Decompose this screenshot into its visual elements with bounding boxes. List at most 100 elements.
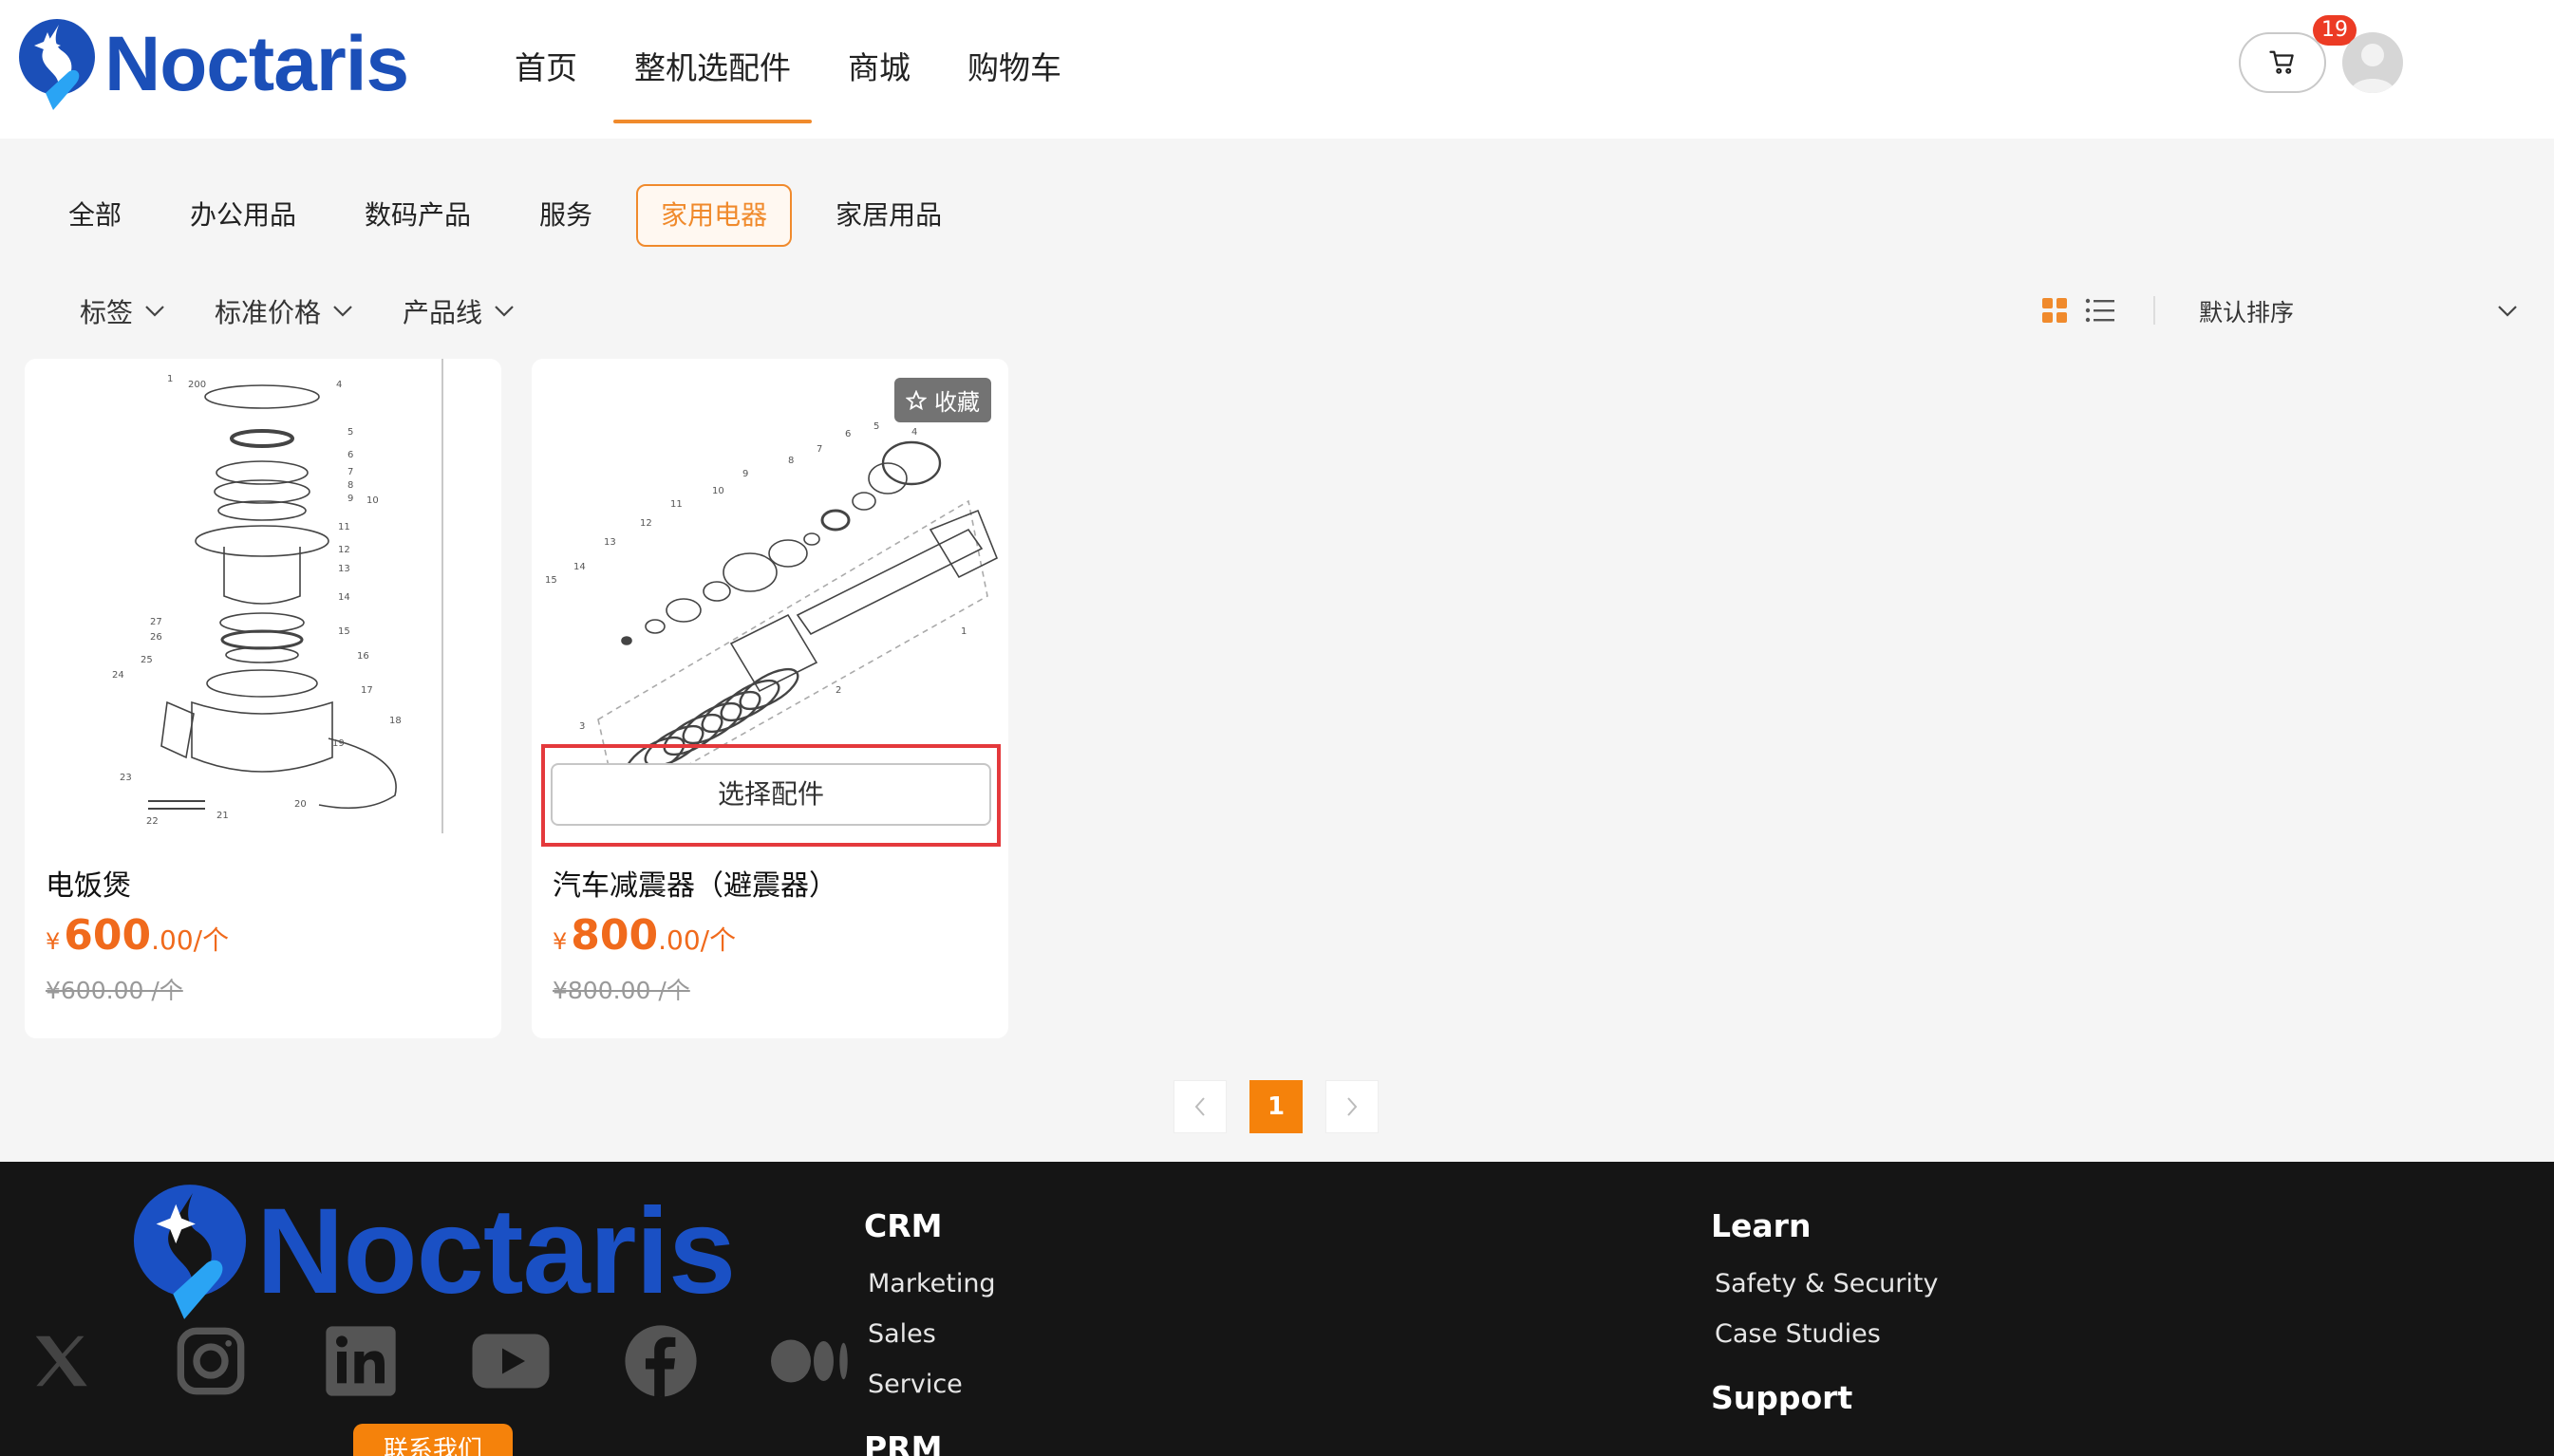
cart-button[interactable]	[2239, 32, 2326, 93]
instagram-icon	[177, 1327, 245, 1395]
category-all[interactable]: 全部	[44, 184, 146, 247]
svg-text:18: 18	[389, 716, 402, 726]
main-nav: 首页 整机选配件 商城 购物车	[486, 0, 1090, 139]
footer-logo[interactable]: Noctaris	[131, 1181, 736, 1323]
original-price: ¥600.00 /个	[46, 977, 183, 1004]
favorite-label: 收藏	[934, 389, 980, 416]
chevron-down-icon	[145, 306, 164, 317]
footer-link-sales[interactable]: Sales	[868, 1319, 996, 1349]
svg-text:21: 21	[216, 811, 229, 821]
brand-logo-icon	[133, 1185, 247, 1319]
chevron-down-icon	[495, 306, 514, 317]
user-avatar[interactable]	[2342, 32, 2403, 93]
product-name[interactable]: 汽车减震器（避震器）	[553, 862, 837, 904]
price-decimal: .00/个	[151, 924, 230, 956]
svg-text:10: 10	[712, 486, 724, 496]
price-currency: ¥	[553, 928, 568, 955]
svg-text:15: 15	[338, 626, 350, 637]
category-home[interactable]: 家居用品	[811, 184, 967, 247]
footer-column-title: Support	[1711, 1379, 1853, 1416]
filter-price[interactable]: 标准价格	[215, 292, 353, 330]
category-office[interactable]: 办公用品	[165, 184, 321, 247]
list-view-icon[interactable]	[2085, 297, 2115, 324]
svg-text:20: 20	[294, 799, 307, 810]
svg-text:24: 24	[112, 670, 124, 681]
sort-select[interactable]: 默认排序	[2199, 294, 2518, 328]
linkedin-link[interactable]	[321, 1321, 401, 1401]
svg-text:13: 13	[338, 564, 350, 574]
category-digital[interactable]: 数码产品	[340, 184, 496, 247]
product-name[interactable]: 电饭煲	[46, 862, 131, 904]
brand-name: Noctaris	[104, 21, 409, 107]
price-currency: ¥	[46, 928, 61, 955]
top-header: Noctaris 首页 整机选配件 商城 购物车 19	[0, 0, 2554, 139]
select-parts-button[interactable]: 选择配件	[551, 763, 991, 826]
brand-logo[interactable]: Noctaris	[17, 17, 409, 112]
footer-link-case-studies[interactable]: Case Studies	[1715, 1319, 1938, 1349]
facebook-link[interactable]	[621, 1321, 701, 1401]
view-toggle	[2041, 296, 2191, 325]
contact-us-button[interactable]: 联系我们	[353, 1424, 513, 1456]
nav-cart[interactable]: 购物车	[939, 0, 1090, 139]
svg-text:12: 12	[640, 518, 652, 529]
product-card[interactable]: 1 200 4 5 6 7 8 9 10 11 12 13 14 15 16 17 18 19 20 21…	[25, 359, 501, 1038]
svg-text:17: 17	[361, 685, 373, 696]
favorite-button[interactable]: 收藏	[894, 378, 991, 422]
svg-text:200: 200	[188, 380, 206, 390]
product-card[interactable]: 546 789 10 11 12 13 14 15 123 收藏 选择配件 汽车减震器（…	[532, 359, 1008, 1038]
user-icon	[2350, 44, 2395, 93]
svg-text:8: 8	[347, 480, 353, 491]
youtube-link[interactable]	[471, 1321, 551, 1401]
footer-column-title: CRM	[864, 1207, 943, 1244]
chevron-right-icon	[1347, 1097, 1358, 1116]
svg-text:9: 9	[347, 494, 353, 504]
chevron-down-icon	[333, 306, 352, 317]
grid-view-icon[interactable]	[2041, 297, 2068, 324]
svg-text:4: 4	[911, 427, 917, 438]
nav-home[interactable]: 首页	[486, 0, 606, 139]
linkedin-icon	[326, 1326, 396, 1396]
rice-cooker-exploded-diagram: 1 200 4 5 6 7 8 9 10 11 12 13 14 15 16 17 18 19 20 21…	[112, 359, 443, 833]
svg-text:1: 1	[167, 374, 173, 384]
svg-text:25: 25	[141, 655, 153, 665]
nav-parts-selection[interactable]: 整机选配件	[606, 0, 819, 139]
product-image[interactable]: 1 200 4 5 6 7 8 9 10 11 12 13 14 15 16 17 18 19 20 21…	[25, 359, 501, 833]
x-link[interactable]	[21, 1321, 101, 1401]
footer-column-title: Learn	[1711, 1207, 1812, 1244]
svg-text:13: 13	[604, 537, 616, 548]
price-integer: 800	[571, 911, 659, 960]
svg-text:8: 8	[788, 456, 794, 466]
filter-label: 标签	[80, 297, 134, 328]
footer-link-marketing[interactable]: Marketing	[868, 1269, 996, 1298]
svg-text:22: 22	[146, 816, 159, 827]
footer-link-service[interactable]: Service	[868, 1370, 996, 1399]
svg-text:11: 11	[670, 499, 683, 510]
footer-column-crm: CRM Marketing Sales Service PRM	[864, 1207, 996, 1456]
sort-label: 默认排序	[2199, 299, 2295, 327]
category-service[interactable]: 服务	[515, 184, 617, 247]
filter-tags[interactable]: 标签	[80, 292, 165, 330]
filter-label: 标准价格	[215, 297, 322, 328]
category-appliances[interactable]: 家用电器	[636, 184, 793, 247]
svg-text:5: 5	[873, 421, 879, 432]
medium-link[interactable]	[771, 1321, 851, 1401]
original-price: ¥800.00 /个	[553, 977, 690, 1004]
page-number[interactable]: 1	[1249, 1080, 1303, 1133]
svg-text:6: 6	[845, 429, 851, 439]
svg-text:1: 1	[961, 626, 967, 637]
svg-text:7: 7	[347, 467, 353, 477]
chevron-left-icon	[1194, 1097, 1205, 1116]
filter-product-line[interactable]: 产品线	[403, 292, 515, 330]
next-page-button[interactable]	[1325, 1080, 1379, 1133]
instagram-link[interactable]	[171, 1321, 251, 1401]
svg-text:15: 15	[545, 575, 557, 586]
nav-mall[interactable]: 商城	[819, 0, 939, 139]
svg-text:27: 27	[150, 617, 162, 627]
footer-link-safety-security[interactable]: Safety & Security	[1715, 1269, 1938, 1298]
svg-text:5: 5	[347, 427, 353, 438]
prev-page-button[interactable]	[1174, 1080, 1227, 1133]
medium-icon	[771, 1339, 848, 1383]
pagination: 1	[1174, 1080, 1401, 1133]
svg-text:7: 7	[817, 444, 822, 455]
product-price: ¥ 800 .00/个	[553, 911, 736, 960]
